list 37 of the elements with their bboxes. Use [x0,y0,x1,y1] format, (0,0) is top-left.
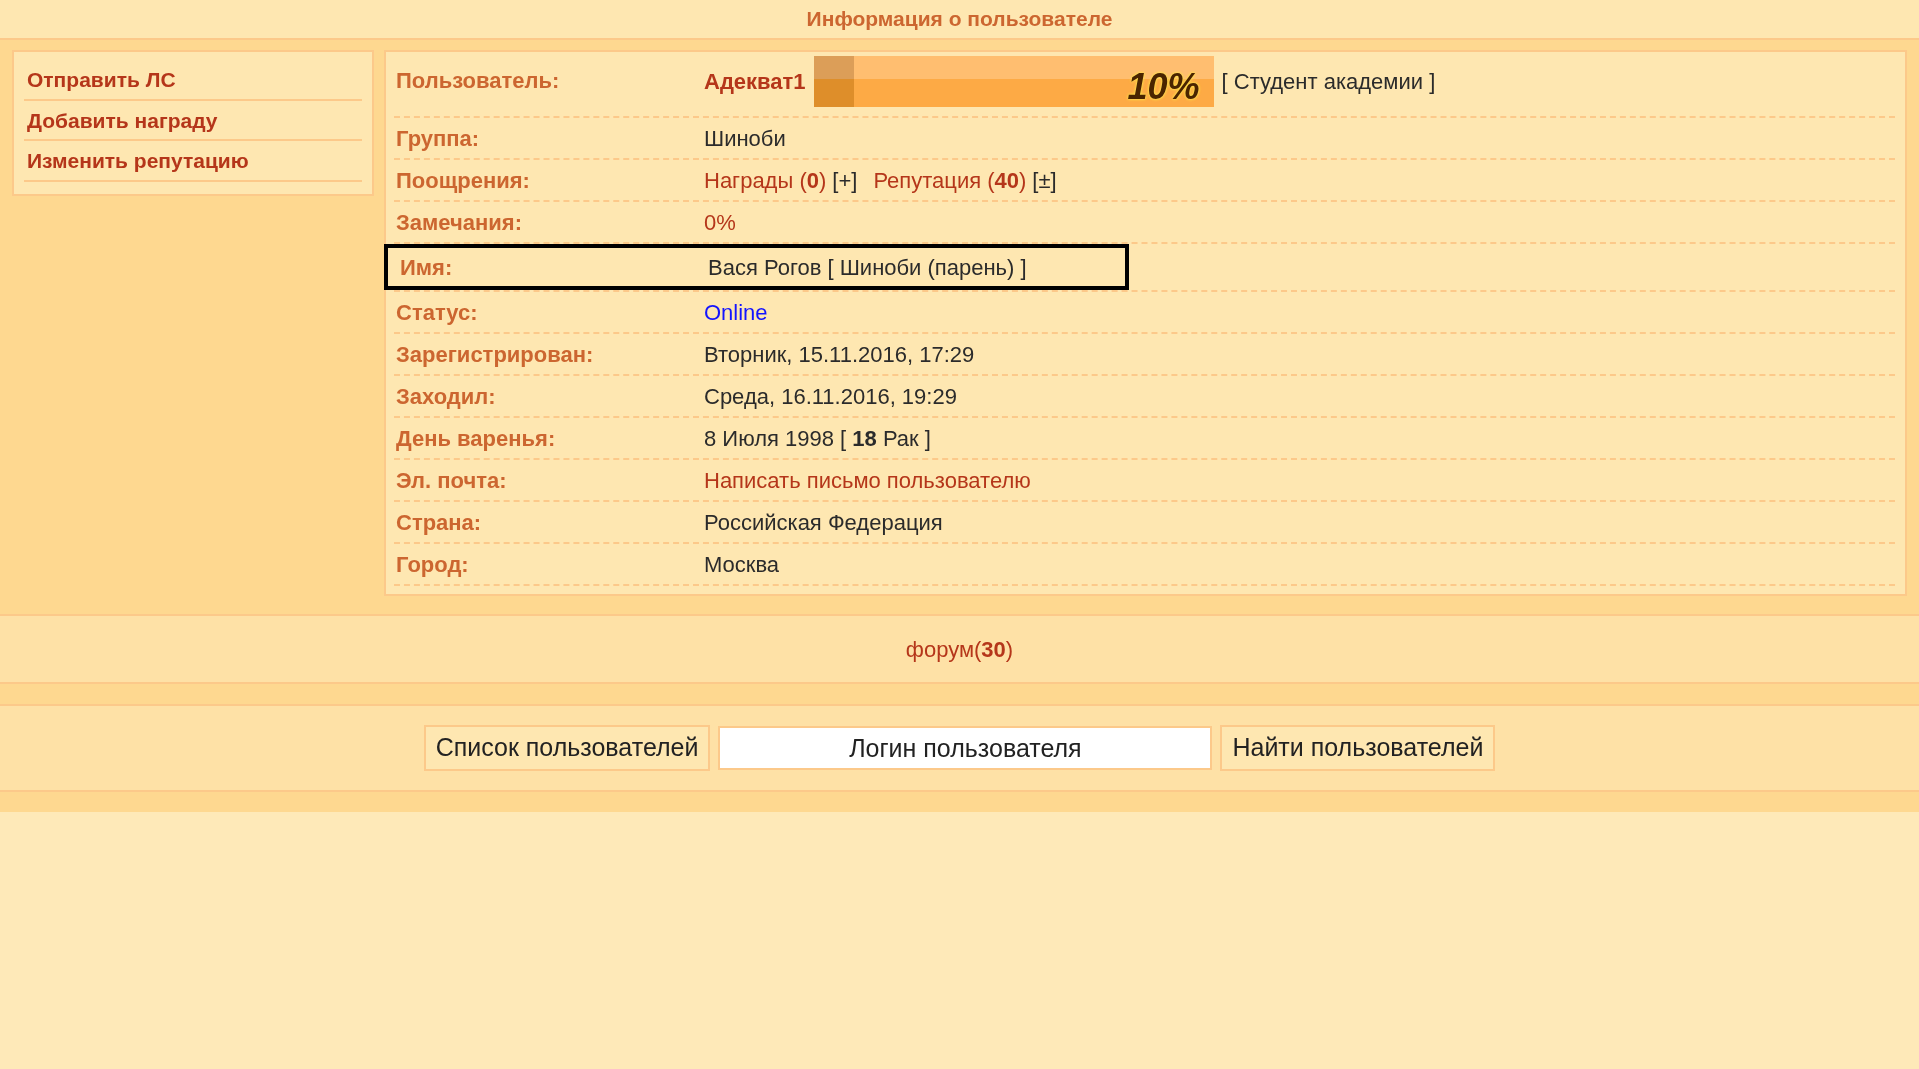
field-label: Пользователь: [395,67,561,95]
field-label: Имя: [399,253,454,282]
field-label: Город: [395,550,470,579]
field-value: Российская Федерация [704,508,943,537]
field-label: Замечания: [395,208,523,237]
action-link[interactable]: Изменить репутацию [24,143,362,182]
field-value: Шиноби [704,124,786,153]
field-label: День варенья: [395,424,557,453]
user-list-button[interactable]: Список пользователей [423,725,711,771]
profile-link[interactable]: Написать письмо пользователю [704,463,1031,497]
field-value: 8 Июля 1998 [ 18 Рак ] [704,424,931,453]
field-label: Эл. почта: [395,466,508,495]
username: Адекват1 [704,68,806,96]
field-label: Зарегистрирован: [395,340,595,369]
profile-link[interactable]: Награды (0) [704,163,827,197]
field-label: Заходил: [395,382,497,411]
field-value: Вася Рогов [ Шиноби (парень) ] [708,253,1027,282]
field-label: Страна: [395,508,483,537]
page-title: Информация о пользователе [806,6,1113,33]
field-label: Статус: [395,298,479,327]
profile-link[interactable]: [±] [1032,163,1057,197]
field-label: Поощрения: [395,166,531,195]
field-value: Среда, 16.11.2016, 19:29 [704,382,957,411]
profile-link[interactable]: 0% [704,205,736,239]
action-link[interactable]: Отправить ЛС [24,62,362,101]
action-link[interactable]: Добавить награду [24,102,362,141]
field-label: Группа: [395,124,481,153]
profile-link[interactable]: Репутация (40) [873,163,1027,197]
forum-link[interactable]: форум(30) [905,632,1014,666]
field-value: Москва [704,550,780,579]
login-input-field[interactable]: Логин пользователя [718,726,1213,770]
profile-link[interactable]: [+] [832,163,858,197]
status-text: Online [704,298,768,327]
find-users-button[interactable]: Найти пользователей [1220,725,1496,771]
field-value: Вторник, 15.11.2016, 17:29 [704,340,975,369]
rank-text: [ Студент академии ] [1221,68,1436,96]
progress-bar: 10% [813,56,1214,107]
